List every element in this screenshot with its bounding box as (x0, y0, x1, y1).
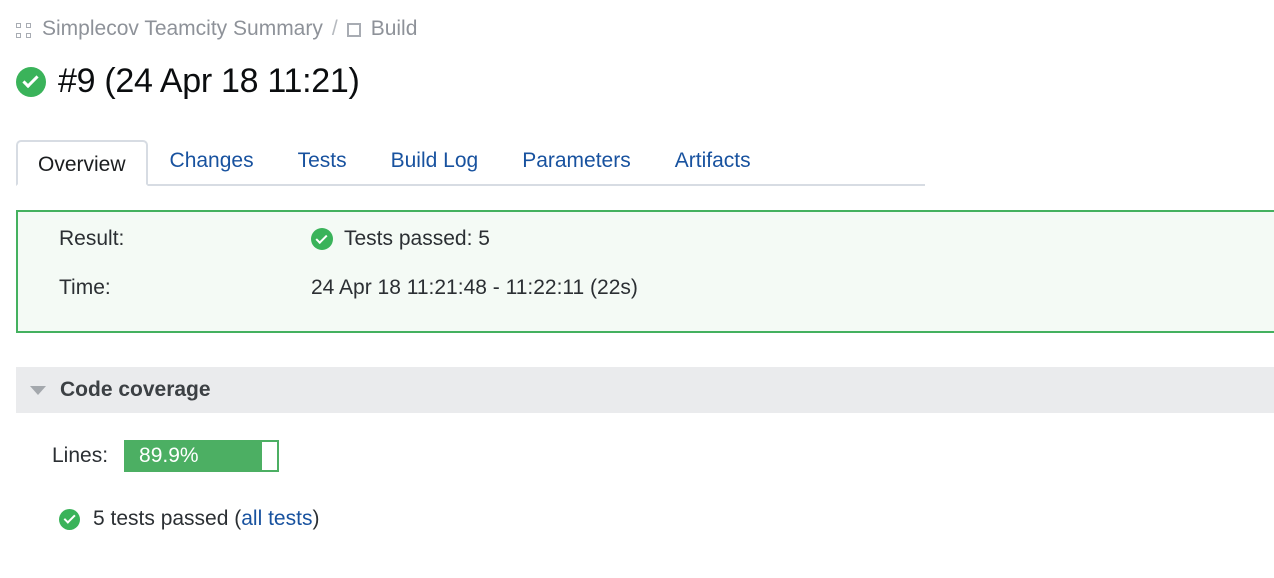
success-check-icon (311, 228, 333, 250)
coverage-progress-bar: 89.9% (124, 440, 280, 472)
success-check-icon (59, 508, 80, 530)
time-value: 24 Apr 18 11:21:48 - 11:22:11 (22s) (311, 276, 638, 299)
tab-overview[interactable]: Overview (16, 140, 148, 186)
code-coverage-section-header[interactable]: Code coverage (16, 367, 1274, 413)
tab-parameters[interactable]: Parameters (500, 138, 653, 184)
breadcrumb-build-link[interactable]: Build (371, 17, 418, 41)
tab-bar: Overview Changes Tests Build Log Paramet… (16, 136, 925, 186)
tab-build-log[interactable]: Build Log (369, 138, 501, 184)
tests-summary-text-after: ) (312, 507, 320, 530)
breadcrumb: Simplecov Teamcity Summary / Build (16, 17, 417, 41)
page-title: #9 (24 Apr 18 11:21) (16, 62, 360, 101)
build-title-text: #9 (24 Apr 18 11:21) (58, 62, 360, 100)
tab-artifacts[interactable]: Artifacts (653, 138, 773, 184)
result-value-text: Tests passed: 5 (344, 227, 490, 250)
tests-summary: 5 tests passed ( all tests ) (59, 507, 319, 531)
build-result-panel: Result: Tests passed: 5 Time: 24 Apr 18 … (16, 210, 1274, 333)
tab-changes[interactable]: Changes (148, 138, 276, 184)
coverage-progress-label: 89.9% (139, 444, 199, 467)
success-check-icon (16, 66, 46, 97)
all-tests-link[interactable]: all tests (241, 507, 312, 531)
result-row: Result: Tests passed: 5 (59, 227, 490, 251)
result-label: Result: (59, 227, 125, 250)
grid-icon (16, 22, 31, 38)
chevron-down-icon[interactable] (30, 385, 46, 395)
time-label: Time: (59, 276, 111, 299)
tab-tests[interactable]: Tests (276, 138, 369, 184)
square-icon (346, 23, 361, 37)
result-value: Tests passed: 5 (311, 227, 490, 251)
coverage-lines-row: Lines: 89.9% (52, 440, 280, 472)
breadcrumb-separator: / (331, 17, 338, 40)
section-title: Code coverage (60, 378, 211, 401)
tests-summary-text: 5 tests passed ( (93, 507, 242, 530)
breadcrumb-project-link[interactable]: Simplecov Teamcity Summary (42, 17, 323, 41)
time-row: Time: 24 Apr 18 11:21:48 - 11:22:11 (22s… (59, 276, 638, 300)
coverage-lines-label: Lines: (52, 444, 109, 467)
